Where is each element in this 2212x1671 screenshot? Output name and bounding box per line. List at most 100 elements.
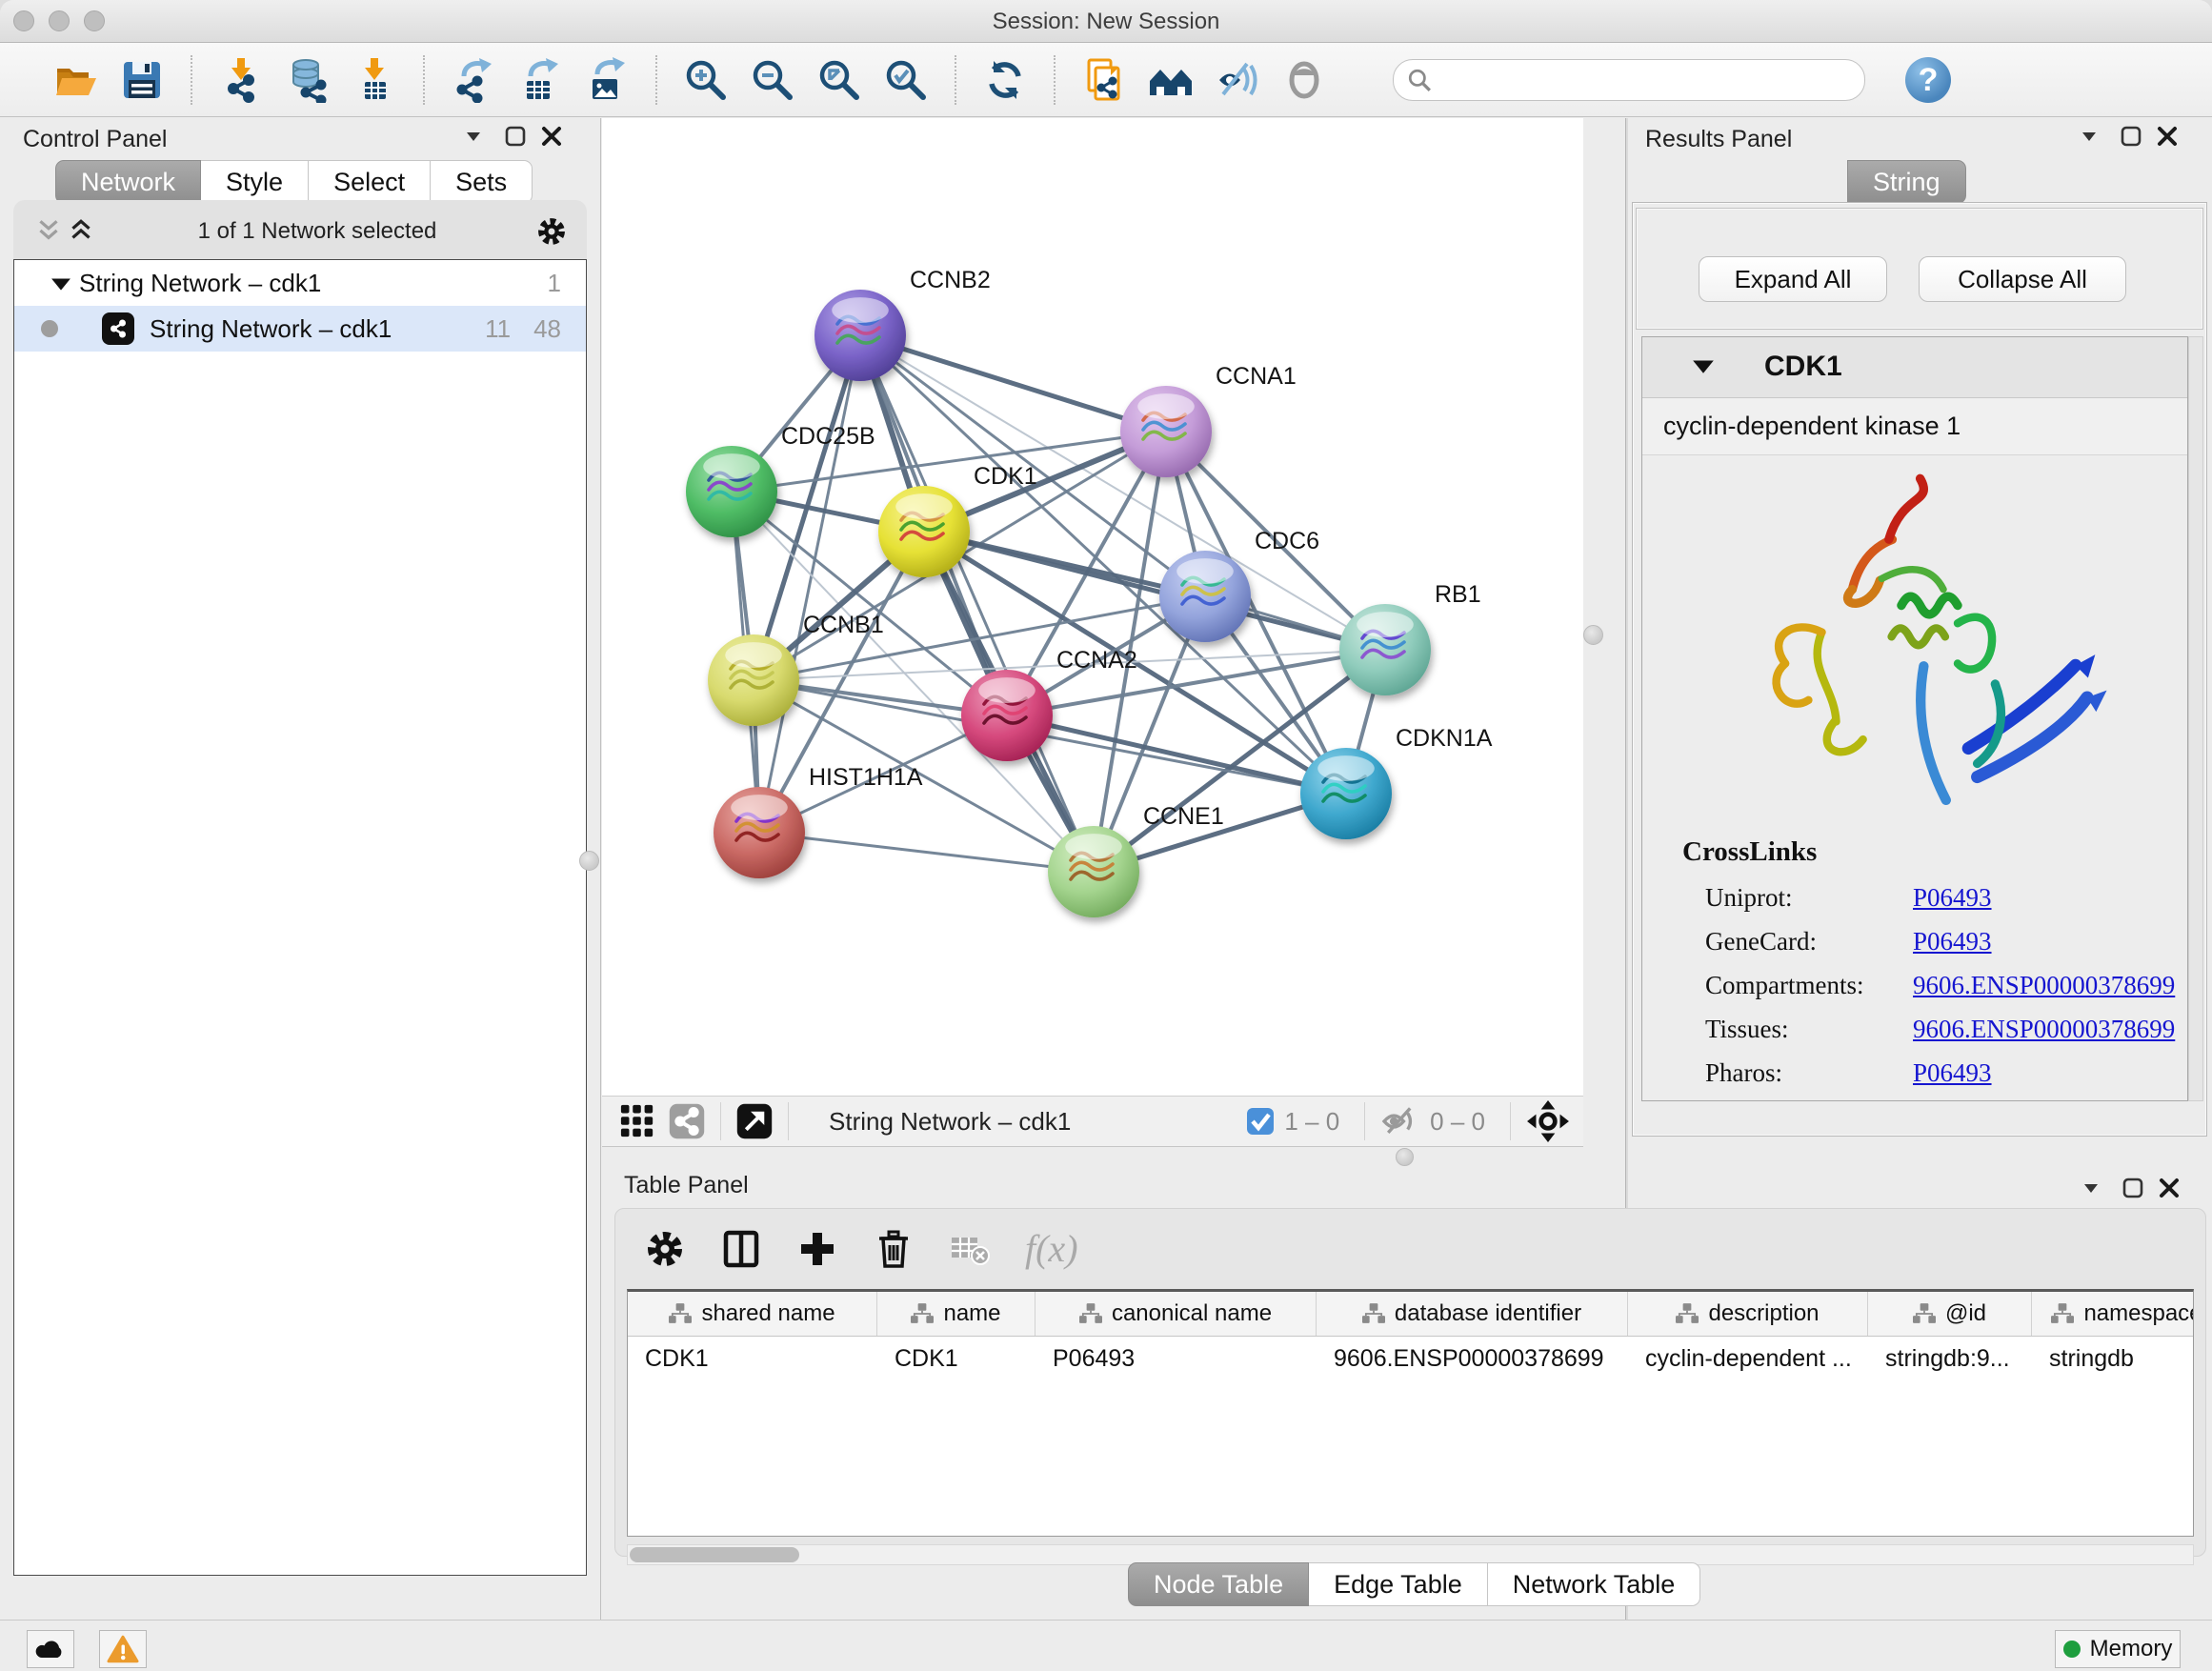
- cell-canonical-name[interactable]: P06493: [1036, 1337, 1317, 1380]
- warnings-button[interactable]: [99, 1630, 147, 1668]
- crosslink-link-genecard-[interactable]: P06493: [1913, 927, 1992, 956]
- tab-network-table[interactable]: Network Table: [1488, 1562, 1701, 1606]
- collapse-all-button[interactable]: Collapse All: [1919, 256, 2126, 302]
- zoom-in-icon[interactable]: [683, 57, 729, 103]
- tab-network[interactable]: Network: [55, 160, 201, 204]
- scrollbar-thumb[interactable]: [630, 1547, 799, 1562]
- network-graph[interactable]: CCNB2CCNA1CDC25BCDK1CDC6RB1CCNB1CCNA2CDK…: [602, 118, 1583, 1096]
- export-image-icon[interactable]: [584, 57, 630, 103]
- edge-CCNA2-CDKN1A[interactable]: [1007, 715, 1346, 794]
- zoom-fit-icon[interactable]: [816, 57, 862, 103]
- tab-node-table[interactable]: Node Table: [1128, 1562, 1309, 1606]
- clone-view-icon[interactable]: [1081, 57, 1127, 103]
- cloud-status-button[interactable]: [27, 1630, 74, 1668]
- crosslink-link-uniprot-[interactable]: P06493: [1913, 883, 1992, 912]
- delete-column-icon[interactable]: [873, 1228, 915, 1270]
- panel-menu-icon[interactable]: [461, 124, 486, 149]
- float-panel-icon[interactable]: [2119, 124, 2143, 149]
- entry-header[interactable]: CDK1: [1642, 337, 2187, 398]
- network-collection-row[interactable]: String Network – cdk1 1: [14, 260, 586, 306]
- show-columns-icon[interactable]: [720, 1228, 762, 1270]
- node-table[interactable]: shared namenamecanonical namedatabase id…: [627, 1289, 2194, 1537]
- node-CCNE1[interactable]: CCNE1: [1048, 803, 1224, 917]
- node-CDC25B[interactable]: CDC25B: [686, 423, 875, 537]
- help-button[interactable]: ?: [1905, 57, 1951, 103]
- expand-all-networks-icon[interactable]: [67, 217, 99, 246]
- show-panels-icon[interactable]: [1281, 57, 1327, 103]
- collection-expand-icon[interactable]: [50, 269, 79, 298]
- import-database-icon[interactable]: [285, 57, 331, 103]
- right-splitter-handle[interactable]: [1583, 625, 1603, 645]
- add-column-icon[interactable]: [796, 1228, 838, 1270]
- column-header--id[interactable]: @id: [1868, 1292, 2032, 1336]
- column-header-description[interactable]: description: [1628, 1292, 1868, 1336]
- node-CCNB2[interactable]: CCNB2: [814, 267, 991, 381]
- detach-view-icon[interactable]: [736, 1103, 773, 1139]
- table-row[interactable]: CDK1CDK1P064939606.ENSP00000378699cyclin…: [628, 1337, 2193, 1380]
- tab-string[interactable]: String: [1847, 160, 1966, 204]
- cell-shared-name[interactable]: CDK1: [628, 1337, 877, 1380]
- edge-HIST1H1A-CCNE1[interactable]: [759, 833, 1094, 872]
- network-view-share-icon[interactable]: [669, 1103, 705, 1139]
- cell-namespace[interactable]: stringdb: [2032, 1337, 2194, 1380]
- column-header-name[interactable]: name: [877, 1292, 1036, 1336]
- node-CCNA1[interactable]: CCNA1: [1120, 363, 1297, 477]
- export-table-icon[interactable]: [517, 57, 563, 103]
- node-CDKN1A[interactable]: CDKN1A: [1300, 725, 1493, 839]
- crosslink-link-tissues-[interactable]: 9606.ENSP00000378699: [1913, 1015, 2175, 1043]
- node-CDK1[interactable]: CDK1: [878, 463, 1037, 577]
- tab-sets[interactable]: Sets: [431, 160, 533, 204]
- birds-eye-view-icon[interactable]: [1526, 1099, 1570, 1143]
- panel-menu-icon[interactable]: [2077, 124, 2101, 149]
- crosslink-link-compartments-[interactable]: 9606.ENSP00000378699: [1913, 971, 2175, 999]
- tab-select[interactable]: Select: [309, 160, 431, 204]
- results-scrollbar[interactable]: [2188, 336, 2203, 1101]
- selected-checkbox-icon[interactable]: [1246, 1107, 1275, 1136]
- search-input[interactable]: [1439, 62, 1864, 98]
- node-CCNB1[interactable]: CCNB1: [708, 612, 884, 726]
- close-panel-icon[interactable]: [2155, 124, 2180, 149]
- grid-view-icon[interactable]: [619, 1103, 655, 1139]
- float-panel-icon[interactable]: [2121, 1176, 2145, 1200]
- zoom-out-icon[interactable]: [750, 57, 795, 103]
- tab-style[interactable]: Style: [201, 160, 309, 204]
- cell-description[interactable]: cyclin-dependent ...: [1628, 1337, 1868, 1380]
- close-panel-icon[interactable]: [2157, 1176, 2182, 1200]
- refresh-icon[interactable]: [982, 57, 1028, 103]
- memory-button[interactable]: Memory: [2055, 1630, 2181, 1668]
- crosslink-link-pharos-[interactable]: P06493: [1913, 1058, 1992, 1087]
- network-canvas[interactable]: CCNB2CCNA1CDC25BCDK1CDC6RB1CCNB1CCNA2CDK…: [602, 118, 1583, 1096]
- import-table-icon[interactable]: [352, 57, 397, 103]
- edge-CCNB2-CCNE1[interactable]: [860, 335, 1094, 872]
- column-header-canonical-name[interactable]: canonical name: [1036, 1292, 1317, 1336]
- zoom-selected-icon[interactable]: [883, 57, 929, 103]
- hide-panels-icon[interactable]: [1215, 57, 1260, 103]
- entry-collapse-icon[interactable]: [1692, 358, 1715, 379]
- export-network-icon[interactable]: [451, 57, 496, 103]
- network-row-selected[interactable]: String Network – cdk1 11 48: [14, 306, 586, 352]
- table-options-gear-icon[interactable]: [644, 1228, 686, 1270]
- float-panel-icon[interactable]: [503, 124, 528, 149]
- node-RB1[interactable]: RB1: [1339, 581, 1481, 695]
- column-header-database-identifier[interactable]: database identifier: [1317, 1292, 1628, 1336]
- collapse-all-networks-icon[interactable]: [34, 217, 67, 246]
- left-splitter-handle[interactable]: [579, 851, 599, 871]
- node-HIST1H1A[interactable]: HIST1H1A: [714, 764, 923, 878]
- search-field[interactable]: [1393, 59, 1865, 101]
- open-session-icon[interactable]: [52, 57, 98, 103]
- network-options-gear-icon[interactable]: [535, 215, 568, 248]
- hidden-eye-icon[interactable]: [1380, 1105, 1420, 1137]
- save-session-icon[interactable]: [119, 57, 165, 103]
- panel-menu-icon[interactable]: [2079, 1176, 2103, 1200]
- cell-database-identifier[interactable]: 9606.ENSP00000378699: [1317, 1337, 1628, 1380]
- close-panel-icon[interactable]: [539, 124, 564, 149]
- cell-name[interactable]: CDK1: [877, 1337, 1036, 1380]
- import-network-icon[interactable]: [218, 57, 264, 103]
- expand-all-button[interactable]: Expand All: [1699, 256, 1887, 302]
- tab-edge-table[interactable]: Edge Table: [1309, 1562, 1488, 1606]
- edge-CCNB2-CCNA1[interactable]: [860, 335, 1166, 432]
- cell--id[interactable]: stringdb:9...: [1868, 1337, 2032, 1380]
- column-header-shared-name[interactable]: shared name: [628, 1292, 877, 1336]
- home-icon[interactable]: [1148, 57, 1194, 103]
- column-header-namespace[interactable]: namespace: [2032, 1292, 2194, 1336]
